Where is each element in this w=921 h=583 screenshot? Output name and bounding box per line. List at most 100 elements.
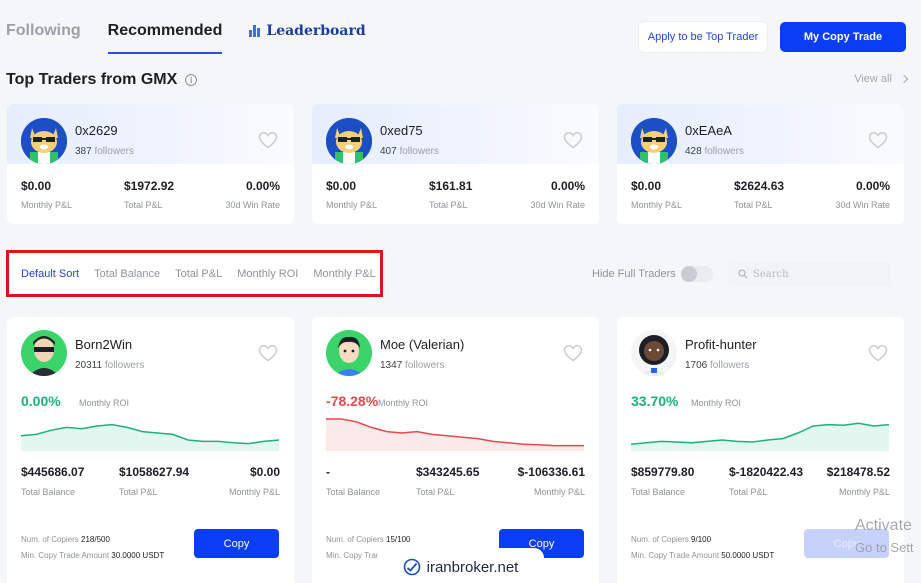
tab-recommended[interactable]: Recommended — [107, 22, 223, 54]
min-amount-label: Min. Copy Trade Amount — [21, 551, 110, 560]
tab-leaderboard-label: Leaderboard — [266, 23, 366, 39]
total-pnl-value: $1972.92 — [124, 179, 175, 193]
min-amount-row: Min. Copy Trade Amount 30.0000 USDT — [21, 548, 164, 564]
copiers-value: 9/100 — [691, 535, 712, 544]
card-stats-area — [7, 164, 294, 224]
trader-name[interactable]: Profit-hunter — [685, 337, 757, 352]
site-watermark: iranbroker.net — [377, 548, 544, 583]
trader-name[interactable]: 0xed75 — [380, 123, 423, 138]
hide-full-traders-label: Hide Full Traders — [592, 268, 676, 280]
follower-count: 407 followers — [380, 146, 439, 157]
follower-label: followers — [104, 360, 145, 371]
follower-label: followers — [399, 146, 439, 157]
gmx-trader-card[interactable]: 0xed75 407 followers $0.00 Monthly P&L $161.… — [312, 104, 599, 224]
favorite-heart-icon[interactable] — [258, 131, 278, 149]
total-pnl-label: Total P&L — [734, 200, 773, 210]
chevron-right-icon — [899, 74, 909, 84]
view-all-label: View all — [854, 73, 892, 85]
trader-card[interactable]: Moe (Valerian) 1347 followers -78.28% Month… — [312, 317, 599, 583]
view-all-link[interactable]: View all — [854, 73, 909, 85]
activate-line2: Go to Sett — [855, 540, 914, 555]
gmx-trader-card[interactable]: 0xEAeA 428 followers $0.00 Monthly P&L $2624… — [617, 104, 904, 224]
follower-count: 387 followers — [75, 146, 134, 157]
follower-count: 428 followers — [685, 146, 744, 157]
sort-monthly-roi[interactable]: Monthly ROI — [237, 268, 298, 280]
trader-card[interactable]: Born2Win 20311 followers 0.00% Monthly ROI $… — [7, 317, 294, 583]
tab-following[interactable]: Following — [6, 22, 81, 52]
watermark-text: iranbroker.net — [426, 558, 519, 576]
follower-count: 1706 followers — [685, 360, 750, 371]
search-placeholder: Search — [753, 268, 789, 280]
total-balance-label: Total Balance — [631, 487, 686, 497]
copy-info: Num. of Copiers 218/500 Min. Copy Trade A… — [21, 532, 164, 564]
total-pnl-label: Total P&L — [416, 487, 455, 497]
favorite-heart-icon[interactable] — [563, 131, 583, 149]
follower-label: followers — [94, 146, 134, 157]
win-rate-label: 30d Win Rate — [530, 200, 585, 210]
monthly-roi-value: 0.00% — [21, 393, 61, 409]
copiers-label: Num. of Copiers — [326, 535, 384, 544]
avatar — [21, 118, 67, 164]
monthly-pnl-value: $0.00 — [631, 179, 662, 193]
follower-number: 387 — [75, 146, 92, 157]
total-pnl-label: Total P&L — [429, 200, 468, 210]
win-rate-value: 0.00% — [550, 179, 585, 193]
my-copy-trade-button[interactable]: My Copy Trade — [780, 22, 906, 52]
favorite-heart-icon[interactable] — [868, 344, 888, 362]
follower-number: 1706 — [685, 360, 708, 371]
total-balance-value: $859779.80 — [631, 465, 695, 479]
favorite-heart-icon[interactable] — [563, 344, 583, 362]
apply-top-trader-button[interactable]: Apply to be Top Trader — [639, 22, 767, 52]
copiers-row: Num. of Copiers 9/100 — [631, 532, 774, 548]
total-pnl-value: $-1820422.43 — [729, 465, 804, 479]
monthly-pnl-value: $0.00 — [326, 179, 357, 193]
monthly-pnl-label: Monthly P&L — [533, 487, 585, 497]
roi-sparkline-chart — [21, 423, 279, 451]
monthly-pnl-label: Monthly P&L — [631, 200, 683, 210]
gmx-trader-card[interactable]: 0x2629 387 followers $0.00 Monthly P&L $1972… — [7, 104, 294, 224]
copiers-row: Num. of Copiers 218/500 — [21, 532, 164, 548]
sort-monthly-pnl[interactable]: Monthly P&L — [313, 268, 375, 280]
total-pnl-label: Total P&L — [119, 487, 158, 497]
follower-number: 1347 — [380, 360, 403, 371]
total-pnl-value: $161.81 — [429, 179, 473, 193]
sort-default[interactable]: Default Sort — [21, 268, 79, 280]
sort-total-pnl[interactable]: Total P&L — [175, 268, 222, 280]
hide-full-traders-toggle[interactable] — [681, 266, 713, 282]
tab-leaderboard[interactable]: Leaderboard — [249, 23, 366, 51]
sparkline-area — [326, 419, 584, 451]
sort-total-balance[interactable]: Total Balance — [94, 268, 160, 280]
trader-name[interactable]: 0xEAeA — [685, 123, 732, 138]
trader-name[interactable]: Moe (Valerian) — [380, 337, 464, 352]
copy-button[interactable]: Copy — [194, 529, 279, 558]
sparkline-area — [631, 423, 889, 451]
win-rate-label: 30d Win Rate — [835, 200, 890, 210]
card-stats-area — [312, 164, 599, 224]
monthly-pnl-value: $218478.52 — [826, 465, 890, 479]
search-input[interactable]: Search — [728, 262, 891, 286]
total-pnl-value: $2624.63 — [734, 179, 785, 193]
monthly-pnl-label: Monthly P&L — [21, 200, 73, 210]
copiers-value: 15/100 — [386, 535, 411, 544]
info-icon[interactable]: i — [185, 74, 198, 86]
favorite-heart-icon[interactable] — [258, 344, 278, 362]
monthly-pnl-label: Monthly P&L — [838, 487, 890, 497]
follower-label: followers — [405, 360, 445, 371]
win-rate-value: 0.00% — [855, 179, 890, 193]
trader-name[interactable]: 0x2629 — [75, 123, 118, 138]
avatar — [326, 118, 372, 164]
min-amount-value: 50.0000 USDT — [721, 551, 775, 560]
activate-line1: Activate — [855, 517, 912, 534]
win-rate-value: 0.00% — [245, 179, 280, 193]
total-pnl-value: $343245.65 — [416, 465, 480, 479]
leaderboard-icon — [249, 25, 261, 37]
search-icon — [738, 269, 748, 279]
trader-name[interactable]: Born2Win — [75, 337, 132, 352]
monthly-pnl-label: Monthly P&L — [228, 487, 280, 497]
monthly-pnl-label: Monthly P&L — [326, 200, 378, 210]
monthly-roi-value: 33.70% — [631, 393, 679, 409]
total-pnl-label: Total P&L — [124, 200, 163, 210]
follower-count: 20311 followers — [75, 360, 144, 371]
favorite-heart-icon[interactable] — [868, 131, 888, 149]
section-title-text: Top Traders from GMX — [6, 71, 178, 88]
